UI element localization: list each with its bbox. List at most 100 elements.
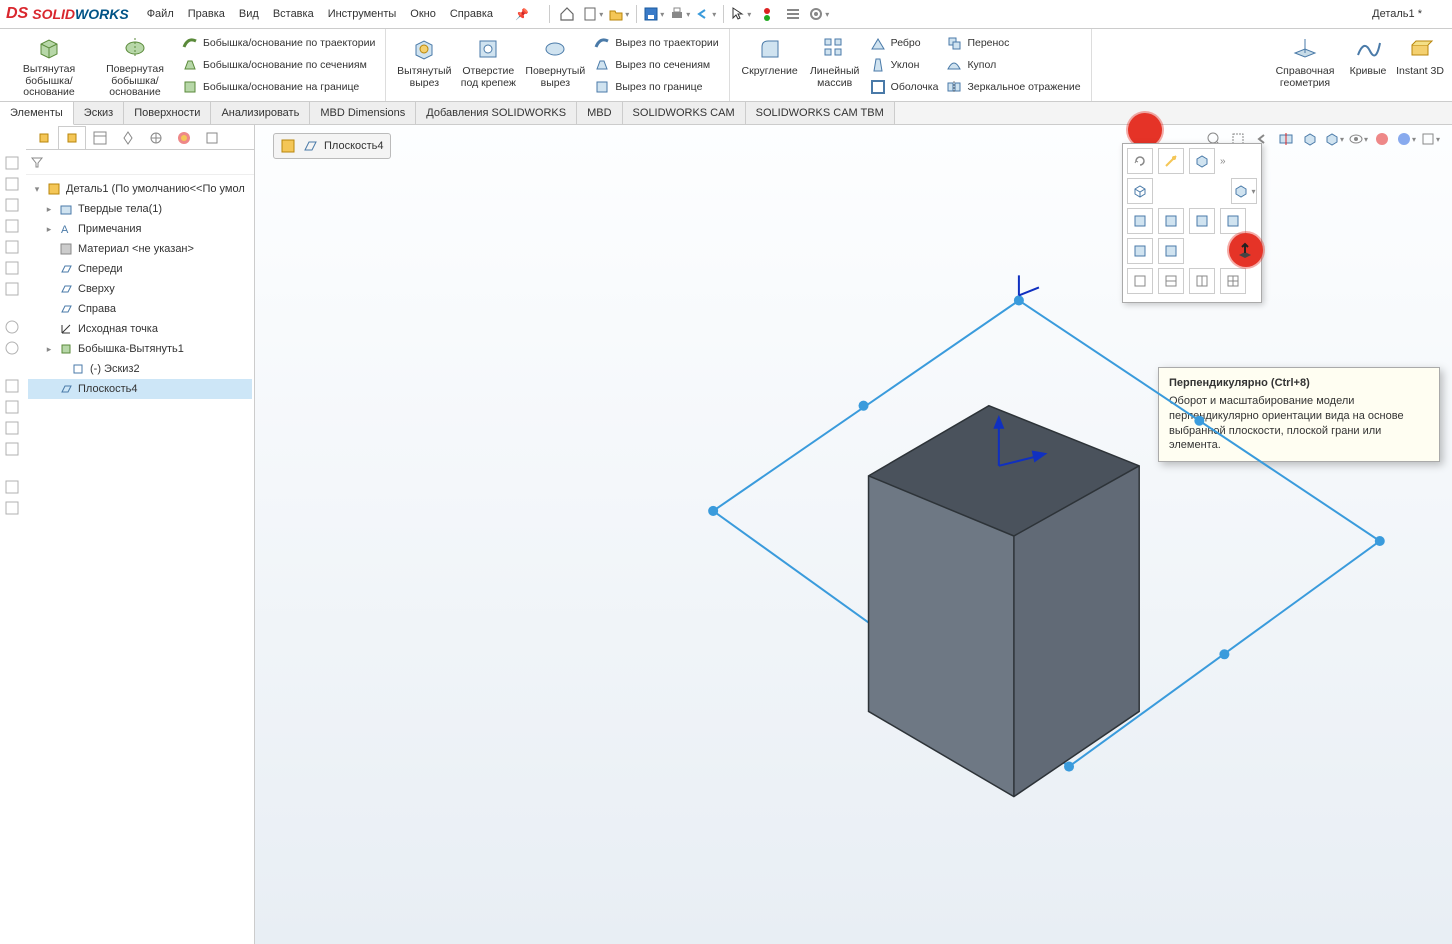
select-icon[interactable]: ▾ xyxy=(730,3,752,25)
menu-file[interactable]: Файл xyxy=(147,8,174,20)
draft-button[interactable]: Уклон xyxy=(866,54,943,75)
selection-breadcrumb[interactable]: Плоскость4 xyxy=(273,133,391,159)
save-icon[interactable]: ▾ xyxy=(643,3,665,25)
tab-mbd[interactable]: MBD xyxy=(577,102,622,124)
sweep-cut-button[interactable]: Вырез по траектории xyxy=(590,32,722,53)
taskpane-icon[interactable] xyxy=(4,218,22,236)
revolve-boss-button[interactable]: Повернутая бобышка/основание xyxy=(92,32,178,98)
hole-wizard-button[interactable]: Отверстие под крепеж xyxy=(456,32,520,98)
orient-left-icon[interactable] xyxy=(1189,208,1215,234)
tab-evaluate[interactable]: Анализировать xyxy=(211,102,310,124)
extrude-boss-button[interactable]: Вытянутая бобышка/основание xyxy=(6,32,92,98)
tab-sketch[interactable]: Эскиз xyxy=(74,102,124,124)
viewport-single-icon[interactable] xyxy=(1127,268,1153,294)
hide-show-icon[interactable]: ▾ xyxy=(1348,129,1368,149)
tab-addins[interactable]: Добавления SOLIDWORKS xyxy=(416,102,577,124)
tree-material[interactable]: Материал <не указан> xyxy=(28,239,252,259)
menu-window[interactable]: Окно xyxy=(410,8,436,20)
linear-pattern-button[interactable]: Линейный массив xyxy=(804,32,866,98)
orient-iso2-icon[interactable]: ▾ xyxy=(1231,178,1257,204)
tab-overflow-icon[interactable] xyxy=(198,126,226,149)
orient-normal-to-icon[interactable] xyxy=(1233,239,1257,263)
tree-annotations[interactable]: ▸AПримечания xyxy=(28,219,252,239)
tab-dim-icon[interactable] xyxy=(142,126,170,149)
revolve-cut-button[interactable]: Повернутый вырез xyxy=(520,32,590,98)
new-icon[interactable]: ▾ xyxy=(582,3,604,25)
orient-more-icon[interactable]: » xyxy=(1220,156,1226,167)
tree-origin[interactable]: Исходная точка xyxy=(28,319,252,339)
tab-assembly-icon[interactable] xyxy=(30,126,58,149)
tree-solid-bodies[interactable]: ▸Твердые тела(1) xyxy=(28,199,252,219)
orient-bottom-icon[interactable] xyxy=(1158,238,1184,264)
curves-button[interactable]: Кривые xyxy=(1342,32,1394,98)
taskpane-icon[interactable] xyxy=(4,197,22,215)
menu-view[interactable]: Вид xyxy=(239,8,259,20)
rib-button[interactable]: Ребро xyxy=(866,32,943,53)
boundary-boss-button[interactable]: Бобышка/основание на границе xyxy=(178,77,379,98)
tab-property-icon[interactable] xyxy=(86,126,114,149)
ref-geometry-button[interactable]: Справочная геометрия xyxy=(1268,32,1342,98)
taskpane-icon[interactable] xyxy=(4,281,22,299)
orient-top-icon[interactable] xyxy=(1127,238,1153,264)
taskpane-icon[interactable] xyxy=(4,155,22,173)
open-icon[interactable]: ▾ xyxy=(608,3,630,25)
tab-appearance-icon[interactable] xyxy=(170,126,198,149)
viewport-2h-icon[interactable] xyxy=(1158,268,1184,294)
menu-insert[interactable]: Вставка xyxy=(273,8,314,20)
orient-add-icon[interactable] xyxy=(1189,148,1215,174)
tab-cam-tbm[interactable]: SOLIDWORKS CAM TBM xyxy=(746,102,895,124)
scene-icon[interactable]: ▾ xyxy=(1396,129,1416,149)
orient-iso-icon[interactable] xyxy=(1127,178,1153,204)
orient-right-icon[interactable] xyxy=(1220,208,1246,234)
tree-front-plane[interactable]: Спереди xyxy=(28,259,252,279)
loft-boss-button[interactable]: Бобышка/основание по сечениям xyxy=(178,54,379,75)
move-button[interactable]: Перенос xyxy=(942,32,1084,53)
taskpane-icon[interactable] xyxy=(4,340,22,358)
menu-edit[interactable]: Правка xyxy=(188,8,225,20)
taskpane-icon[interactable] xyxy=(4,420,22,438)
orient-wand-icon[interactable] xyxy=(1158,148,1184,174)
boundary-cut-button[interactable]: Вырез по границе xyxy=(590,77,722,98)
taskpane-icon[interactable] xyxy=(4,378,22,396)
fillet-button[interactable]: Скругление xyxy=(736,32,804,98)
display-style-icon[interactable]: ▾ xyxy=(1324,129,1344,149)
tab-features[interactable]: Элементы xyxy=(0,102,74,125)
menu-help[interactable]: Справка xyxy=(450,8,493,20)
tree-filter[interactable] xyxy=(26,150,254,175)
viewport-2v-icon[interactable] xyxy=(1189,268,1215,294)
orient-update-icon[interactable] xyxy=(1127,148,1153,174)
tree-plane4[interactable]: Плоскость4 xyxy=(28,379,252,399)
sweep-boss-button[interactable]: Бобышка/основание по траектории xyxy=(178,32,379,53)
tree-root[interactable]: ▾Деталь1 (По умолчанию<<По умол xyxy=(28,179,252,199)
appearance-icon[interactable] xyxy=(1372,129,1392,149)
print-icon[interactable]: ▾ xyxy=(669,3,691,25)
taskpane-icon[interactable] xyxy=(4,319,22,337)
pin-icon[interactable]: 📌 xyxy=(515,8,529,21)
taskpane-icon[interactable] xyxy=(4,239,22,257)
taskpane-icon[interactable] xyxy=(4,479,22,497)
tab-config-icon[interactable] xyxy=(114,126,142,149)
taskpane-icon[interactable] xyxy=(4,441,22,459)
taskpane-icon[interactable] xyxy=(4,500,22,518)
loft-cut-button[interactable]: Вырез по сечениям xyxy=(590,54,722,75)
tab-mbd-dim[interactable]: MBD Dimensions xyxy=(310,102,416,124)
view-settings-icon[interactable]: ▾ xyxy=(1420,129,1440,149)
extrude-cut-button[interactable]: Вытянутый вырез xyxy=(392,32,456,98)
taskpane-icon[interactable] xyxy=(4,399,22,417)
home-icon[interactable] xyxy=(556,3,578,25)
shell-button[interactable]: Оболочка xyxy=(866,77,943,98)
tab-cam[interactable]: SOLIDWORKS CAM xyxy=(623,102,746,124)
tree-top-plane[interactable]: Сверху xyxy=(28,279,252,299)
tree-extrude-feature[interactable]: ▸Бобышка-Вытянуть1 xyxy=(28,339,252,359)
mirror-button[interactable]: Зеркальное отражение xyxy=(942,77,1084,98)
tree-sketch[interactable]: (-) Эскиз2 xyxy=(28,359,252,379)
menu-tools[interactable]: Инструменты xyxy=(328,8,397,20)
view-orientation-icon[interactable] xyxy=(1300,129,1320,149)
options-list-icon[interactable] xyxy=(782,3,804,25)
undo-icon[interactable]: ▾ xyxy=(695,3,717,25)
orient-back-icon[interactable] xyxy=(1158,208,1184,234)
viewport-4-icon[interactable] xyxy=(1220,268,1246,294)
graphics-viewport[interactable]: Плоскость4 ▾ ▾ ▾ ▾ » xyxy=(255,125,1452,944)
taskpane-icon[interactable] xyxy=(4,176,22,194)
orient-front-icon[interactable] xyxy=(1127,208,1153,234)
